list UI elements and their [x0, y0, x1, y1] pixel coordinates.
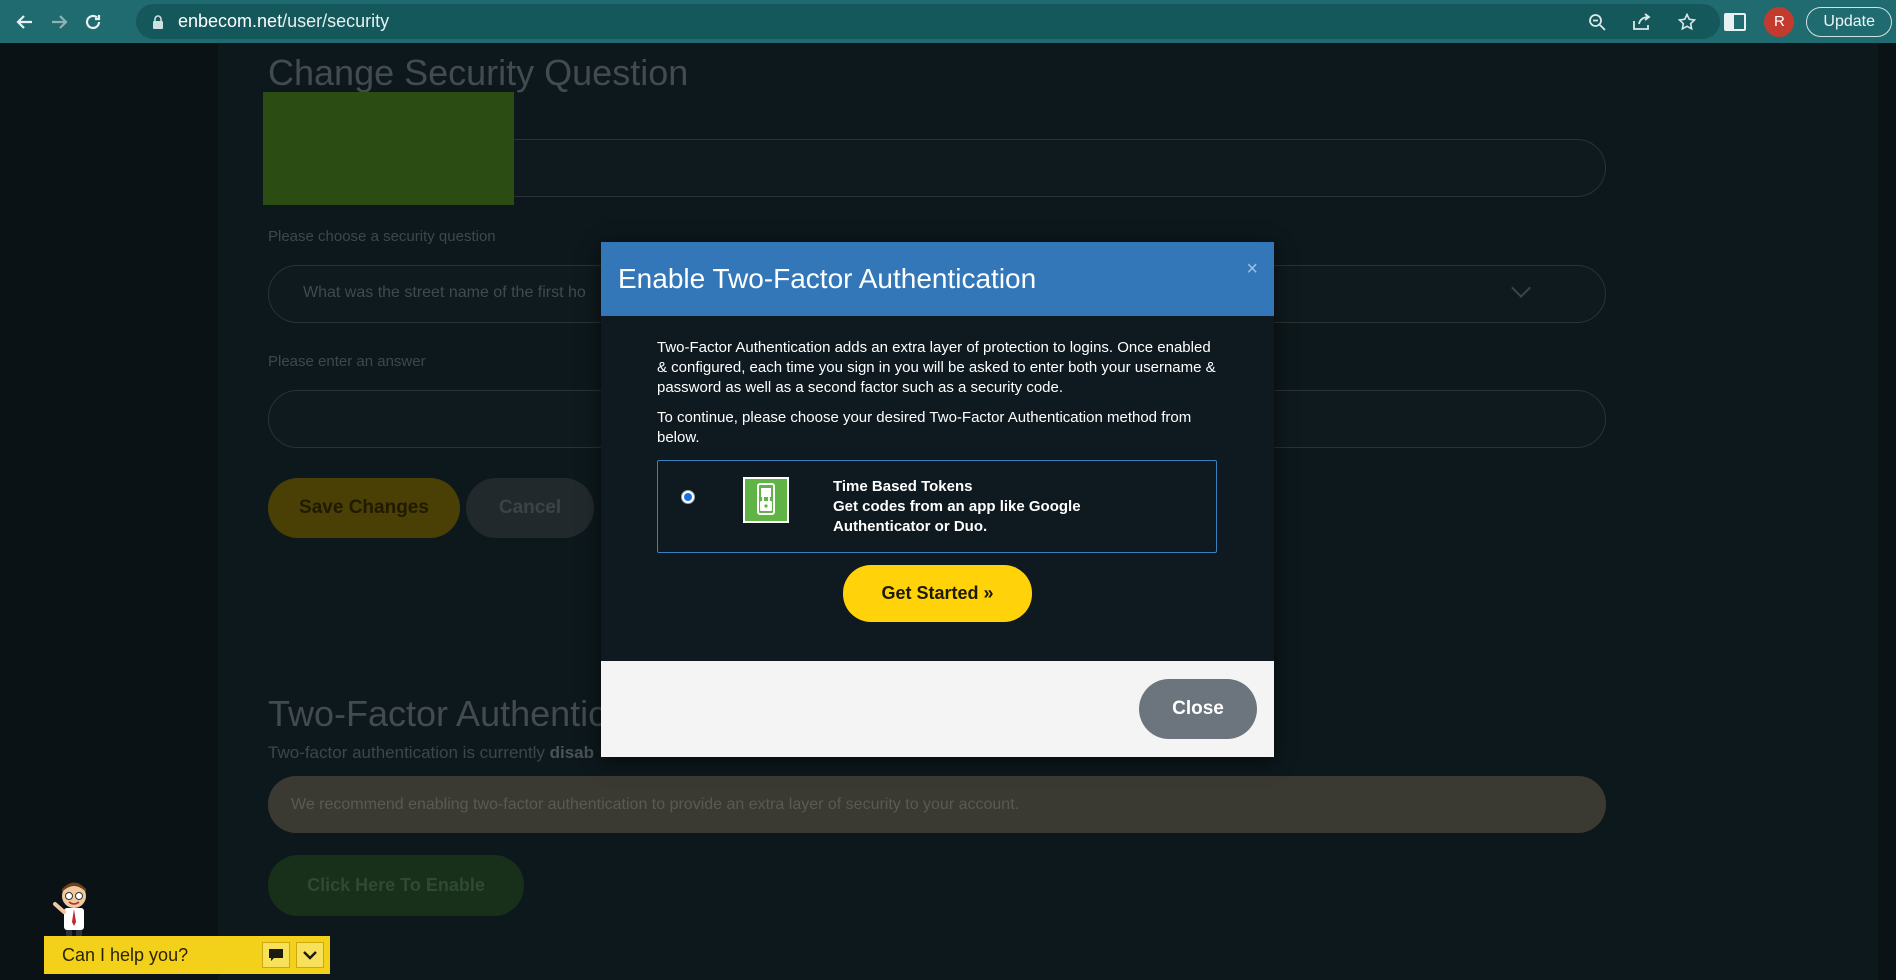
modal-continue: To continue, please choose your desired … — [657, 409, 1192, 446]
side-panel-icon[interactable] — [1724, 12, 1747, 31]
security-question-heading: Change Security Question — [268, 52, 689, 93]
modal-footer: Close — [601, 661, 1274, 757]
modal-intro: Two-Factor Authentication adds an extra … — [657, 339, 1216, 396]
save-changes-button[interactable]: Save Changes — [268, 478, 460, 538]
tfa-status-value: disab — [549, 743, 594, 762]
modal-body: Two-Factor Authentication adds an extra … — [601, 316, 1274, 661]
tfa-option-description: Get codes from an app like Google Authen… — [833, 498, 1081, 535]
chat-widget-bar[interactable]: Can I help you? — [44, 936, 330, 974]
tfa-status: Two-factor authentication is currently d… — [268, 743, 594, 763]
enable-tfa-modal: Enable Two-Factor Authentication × Two-F… — [601, 242, 1274, 757]
update-button[interactable]: Update — [1806, 6, 1892, 37]
url-domain: enbecom.net — [178, 11, 283, 31]
url-path: /user/security — [282, 11, 390, 31]
share-icon[interactable] — [1632, 12, 1652, 31]
back-icon[interactable] — [8, 5, 42, 39]
tfa-recommendation: We recommend enabling two-factor authent… — [268, 776, 1606, 833]
enable-tfa-button[interactable]: Click Here To Enable — [268, 855, 524, 916]
chat-prompt: Can I help you? — [62, 944, 189, 965]
security-question-value: What was the street name of the first ho — [303, 284, 586, 301]
chevron-down-icon[interactable] — [296, 942, 324, 968]
tfa-option-title: Time Based Tokens — [833, 478, 973, 495]
get-started-button[interactable]: Get Started » — [843, 565, 1032, 622]
modal-title: Enable Two-Factor Authentication — [618, 263, 1037, 294]
reload-icon[interactable] — [76, 5, 110, 39]
lock-icon — [152, 14, 164, 29]
cancel-button[interactable]: Cancel — [466, 478, 594, 538]
close-icon[interactable]: × — [1246, 258, 1258, 281]
close-button[interactable]: Close — [1139, 679, 1257, 739]
chat-bubble-icon[interactable] — [262, 942, 290, 968]
url-text: enbecom.net/user/security — [178, 11, 389, 32]
chat-mascot-icon[interactable] — [52, 882, 96, 944]
tfa-method-radio[interactable] — [681, 490, 695, 504]
tfa-option-text: Time Based Tokens Get codes from an app … — [833, 477, 1133, 537]
tfa-option-time-based-tokens[interactable]: Time Based Tokens Get codes from an app … — [657, 460, 1217, 553]
profile-avatar[interactable]: R — [1764, 6, 1795, 37]
browser-toolbar: enbecom.net/user/security R Update — [0, 0, 1896, 43]
tfa-heading: Two-Factor Authentic — [268, 693, 607, 734]
authenticator-app-icon — [743, 477, 789, 523]
answer-label: Please enter an answer — [268, 353, 426, 370]
tfa-status-prefix: Two-factor authentication is currently — [268, 743, 545, 762]
bookmark-star-icon[interactable] — [1678, 12, 1696, 31]
zoom-icon[interactable] — [1588, 13, 1606, 31]
forward-icon[interactable] — [42, 5, 76, 39]
modal-header: Enable Two-Factor Authentication × — [601, 242, 1274, 316]
redacted-block — [263, 92, 514, 205]
address-bar[interactable]: enbecom.net/user/security — [136, 4, 1720, 39]
question-label: Please choose a security question — [268, 228, 496, 245]
